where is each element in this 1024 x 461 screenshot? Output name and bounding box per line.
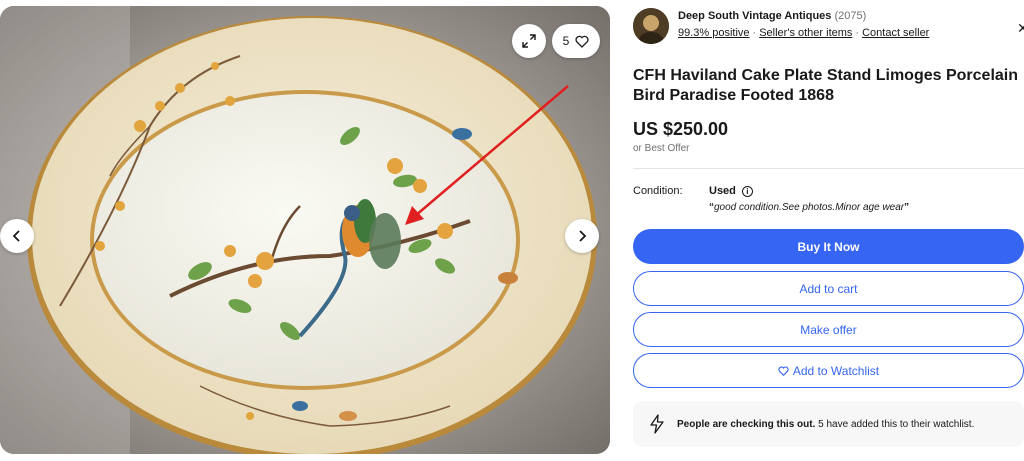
watchers-notice: People are checking this out. 5 have add… — [633, 401, 1024, 447]
chevron-left-icon — [12, 230, 20, 242]
add-to-cart-button[interactable]: Add to cart — [633, 271, 1024, 306]
chevron-right-icon — [579, 230, 587, 242]
buy-it-now-button[interactable]: Buy It Now — [633, 229, 1024, 264]
best-offer-label: or Best Offer — [633, 143, 690, 154]
seller-links: 99.3% positive · Seller's other items · Cont… — [678, 27, 929, 39]
close-icon[interactable]: ✕ — [1017, 20, 1024, 37]
seller-feedback-count: (2075) — [834, 10, 867, 22]
heart-icon — [778, 365, 789, 376]
info-icon[interactable]: i — [741, 185, 753, 197]
notice-bold: People are checking this out. — [677, 418, 816, 430]
divider — [633, 168, 1024, 169]
add-to-watchlist-label: Add to Watchlist — [792, 363, 880, 378]
item-title: CFH Haviland Cake Plate Stand Limoges Po… — [633, 67, 1018, 104]
condition-note: good condition.See photos.Minor age wear — [714, 202, 905, 213]
notice-rest: 5 have added this to their watchlist. — [815, 418, 975, 430]
positive-feedback-link[interactable]: 99.3% positive — [678, 27, 750, 39]
add-to-watchlist-button[interactable]: Add to Watchlist — [633, 353, 1024, 388]
seller-other-items-link[interactable]: Seller's other items — [759, 27, 852, 39]
watch-count-button[interactable]: 5 — [552, 24, 600, 58]
condition-description: “good condition.See photos.Minor age wea… — [709, 202, 909, 213]
image-gallery: 5 — [0, 6, 610, 454]
heart-icon — [575, 35, 589, 48]
contact-seller-link[interactable]: Contact seller — [862, 27, 929, 39]
previous-image-button[interactable] — [0, 219, 34, 253]
product-photo[interactable] — [0, 6, 610, 454]
seller-info: Deep South Vintage Antiques (2075) 99.3%… — [633, 6, 1024, 46]
condition-value: Used i — [709, 185, 753, 197]
next-image-button[interactable] — [565, 219, 599, 253]
link-separator: · — [752, 27, 757, 39]
watchers-notice-text: People are checking this out. 5 have add… — [677, 419, 974, 430]
quote-close: ” — [904, 202, 910, 213]
seller-name[interactable]: Deep South Vintage Antiques (2075) — [678, 10, 866, 22]
expand-image-button[interactable] — [512, 24, 546, 58]
make-offer-button[interactable]: Make offer — [633, 312, 1024, 347]
condition-value-text: Used — [709, 185, 736, 197]
watch-count: 5 — [562, 34, 570, 48]
listing-panel: Deep South Vintage Antiques (2075) 99.3%… — [633, 0, 1024, 461]
seller-avatar[interactable] — [633, 8, 669, 44]
expand-icon — [522, 34, 536, 48]
link-separator: · — [855, 27, 860, 39]
item-price: US $250.00 — [633, 119, 729, 139]
seller-name-text[interactable]: Deep South Vintage Antiques — [678, 10, 831, 22]
lightning-icon — [649, 414, 665, 434]
condition-label: Condition: — [633, 185, 683, 197]
